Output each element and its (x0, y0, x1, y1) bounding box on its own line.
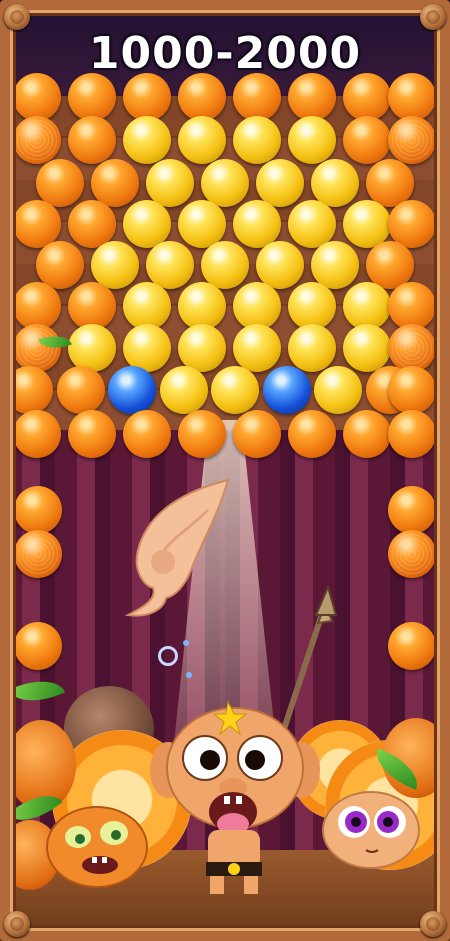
yellow-bubble (146, 159, 194, 207)
orange-bubble (13, 73, 61, 121)
orange-bubble (68, 73, 116, 121)
yellow-bubble (314, 366, 362, 414)
orange-bubble (288, 410, 336, 458)
orange-bubble (13, 282, 61, 330)
orange-bubble (388, 410, 436, 458)
yellow-bubble (178, 116, 226, 164)
yellow-bubble (233, 116, 281, 164)
conch-shell-icon[interactable] (118, 470, 238, 620)
yellow-bubble (233, 282, 281, 330)
yellow-bubble (146, 241, 194, 289)
yellow-bubble (68, 324, 116, 372)
orange-side-bubble (388, 486, 436, 534)
aim-reticle-icon[interactable] (158, 646, 178, 666)
orange-bubble (123, 73, 171, 121)
yellow-bubble (288, 324, 336, 372)
orange-bubble (123, 410, 171, 458)
fruit-bubble (388, 116, 436, 164)
orange-bubble (343, 116, 391, 164)
blue-bubble (108, 366, 156, 414)
orange-bubble (178, 73, 226, 121)
yellow-bubble (123, 324, 171, 372)
game-screen[interactable]: 1000-2000 (0, 0, 450, 941)
yellow-bubble (178, 282, 226, 330)
orange-critter (46, 806, 148, 888)
yellow-bubble (343, 324, 391, 372)
orange-bubble (91, 159, 139, 207)
yellow-bubble (233, 324, 281, 372)
purple-eyed-critter (322, 791, 420, 869)
orange-bubble (288, 73, 336, 121)
orange-bubble (5, 366, 53, 414)
orange-bubble (36, 159, 84, 207)
yellow-bubble (91, 241, 139, 289)
orange-bubble (388, 73, 436, 121)
aim-dot (186, 672, 192, 678)
yellow-bubble (343, 282, 391, 330)
orange-bubble (343, 410, 391, 458)
yellow-bubble (256, 241, 304, 289)
monkey-character (150, 700, 320, 894)
orange-side-bubble (14, 622, 62, 670)
orange-bubble (68, 410, 116, 458)
orange-side-bubble (388, 622, 436, 670)
fruit-bubble (388, 324, 436, 372)
frame-rivet (4, 911, 30, 937)
fruit-side-bubble (14, 530, 62, 578)
orange-bubble (68, 116, 116, 164)
orange-side-bubble (14, 486, 62, 534)
yellow-bubble (311, 159, 359, 207)
frame-rivet (420, 911, 446, 937)
fruit-side-bubble (388, 530, 436, 578)
yellow-bubble (201, 241, 249, 289)
yellow-bubble (159, 366, 208, 414)
yellow-bubble (201, 159, 249, 207)
orange-bubble (233, 73, 281, 121)
yellow-bubble (311, 241, 359, 289)
yellow-bubble (123, 282, 171, 330)
yellow-bubble (211, 366, 259, 414)
yellow-bubble (123, 116, 171, 164)
orange-bubble (233, 410, 281, 458)
orange-bubble (343, 73, 391, 121)
aim-dot (183, 640, 189, 646)
orange-bubble (388, 282, 436, 330)
orange-bubble (178, 410, 226, 458)
yellow-bubble (288, 282, 336, 330)
orange-bubble (388, 366, 436, 414)
blue-bubble (262, 366, 311, 414)
fruit-bubble (13, 116, 61, 164)
frame-rivet (420, 4, 446, 30)
yellow-bubble (178, 324, 226, 372)
orange-bubble (36, 241, 84, 289)
fruit-bubble (13, 324, 61, 372)
orange-bubble (13, 410, 61, 458)
orange-bubble (68, 282, 116, 330)
yellow-bubble (256, 159, 304, 207)
level-title: 1000-2000 (88, 28, 362, 79)
yellow-bubble (288, 116, 336, 164)
frame-rivet (4, 4, 30, 30)
orange-bubble (56, 366, 105, 414)
